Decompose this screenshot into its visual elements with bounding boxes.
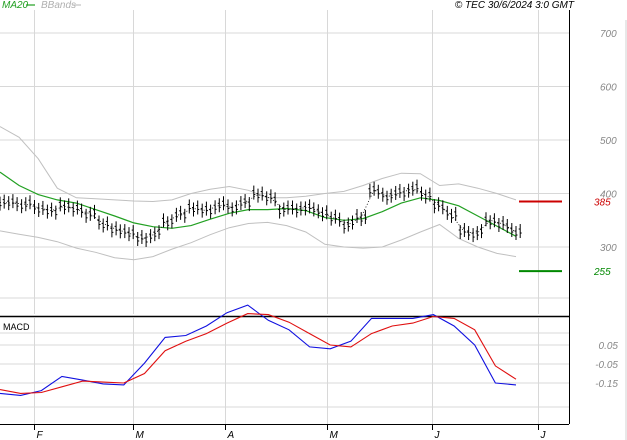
level-label: 255 xyxy=(593,267,611,278)
month-tick-label: M xyxy=(330,430,339,440)
price-y-tick-label: 300 xyxy=(600,243,617,254)
price-y-tick-label: 400 xyxy=(600,190,617,201)
price-panel-bg xyxy=(0,10,569,314)
price-y-tick-label: 600 xyxy=(600,83,617,94)
price-y-tick-label: 500 xyxy=(600,136,617,147)
month-tick-label: J xyxy=(434,430,441,440)
month-tick-label: F xyxy=(37,430,44,440)
legend-ma20-label: MA20 xyxy=(2,0,29,11)
x-tick-labels: FMAMJJ xyxy=(34,424,547,440)
price-y-tick-label: 700 xyxy=(600,29,617,40)
macd-panel-bg xyxy=(0,318,569,424)
y-tick-labels: 700 600 500 400 300 0.05 -0.05 -0.15 xyxy=(595,29,618,390)
macd-panel-title: MACD xyxy=(3,322,30,332)
macd-y-tick-label: 0.05 xyxy=(599,341,619,352)
legend-bbands-label: BBands xyxy=(41,0,76,11)
month-tick-label: J xyxy=(540,430,547,440)
macd-y-tick-label: -0.15 xyxy=(595,379,618,390)
macd-y-tick-label: -0.05 xyxy=(595,360,618,371)
month-tick-label: A xyxy=(227,430,235,440)
stock-chart: 385255 7006005004003000.05-0.05-0.15 FMA… xyxy=(0,0,627,440)
month-tick-label: M xyxy=(136,430,145,440)
copyright-text: © TEC 30/6/2024 3:0 GMT xyxy=(455,0,575,11)
